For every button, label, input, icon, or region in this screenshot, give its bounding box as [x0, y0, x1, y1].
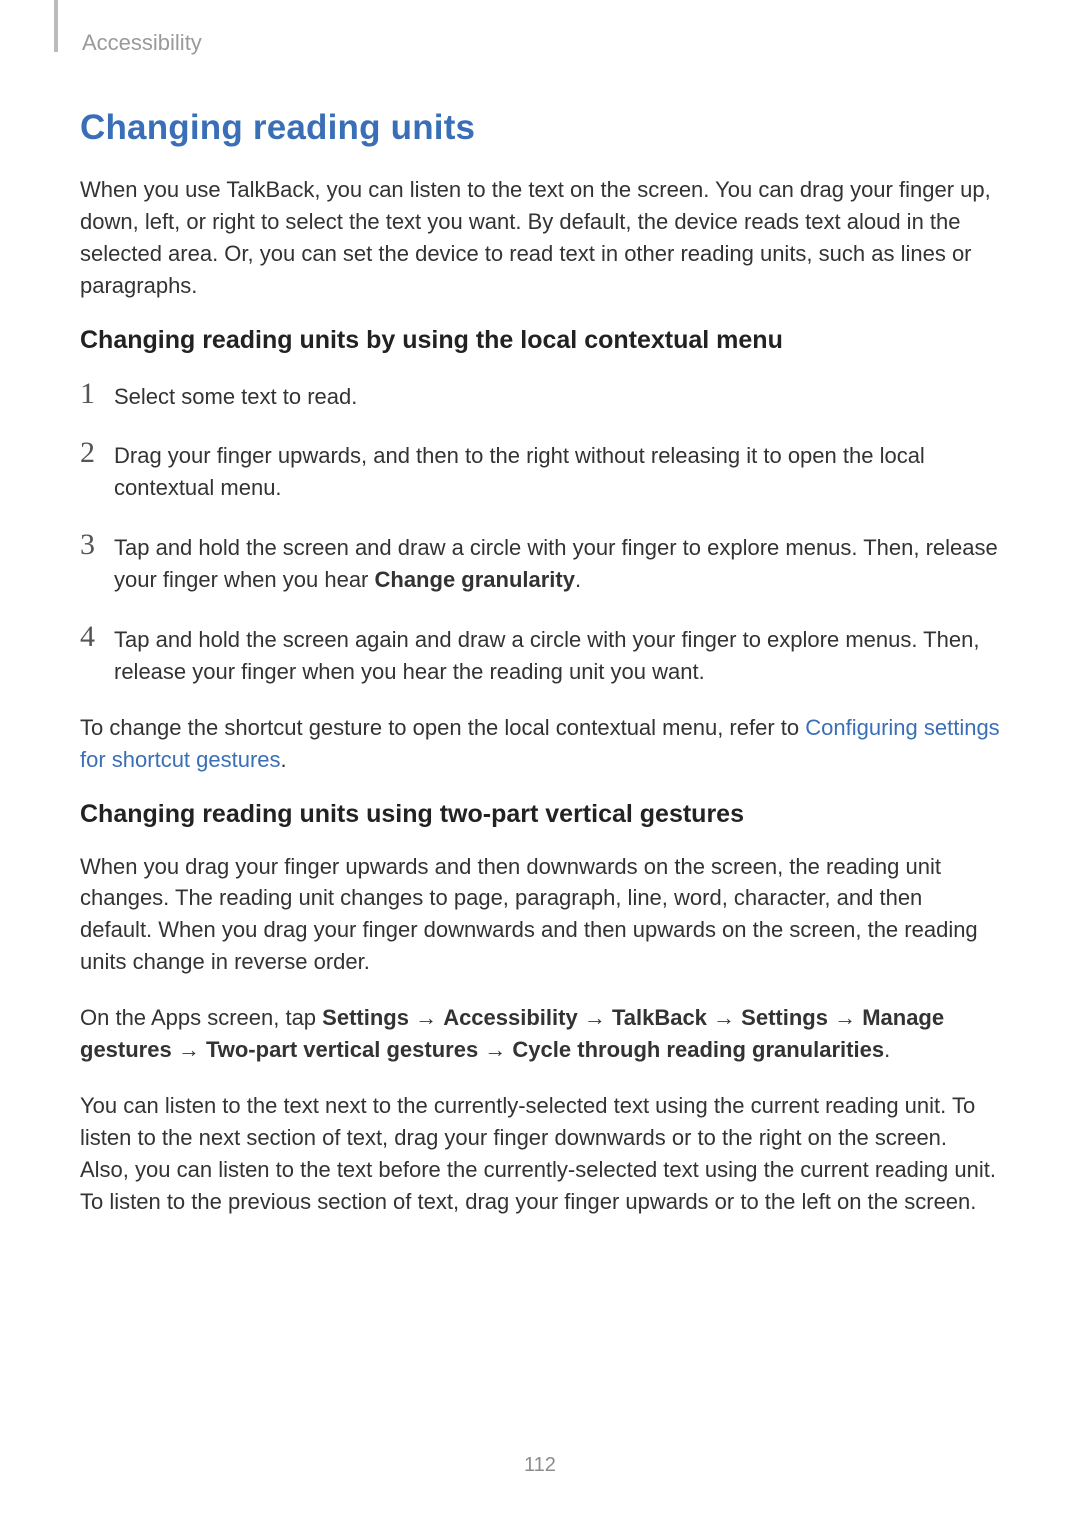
footnote-before: To change the shortcut gesture to open t… [80, 715, 805, 740]
page-number: 112 [0, 1454, 1080, 1477]
path-cycle: Cycle through reading granularities [512, 1037, 884, 1062]
path-arrow: → [578, 1005, 612, 1030]
path-arrow: → [707, 1005, 741, 1030]
step-number: 3 [80, 528, 114, 561]
step-text: Tap and hold the screen again and draw a… [114, 620, 1000, 688]
steps-list: 1 Select some text to read. 2 Drag your … [80, 377, 1000, 688]
path-accessibility: Accessibility [443, 1005, 578, 1030]
path-arrow: → [828, 1005, 862, 1030]
step-item: 3 Tap and hold the screen and draw a cir… [80, 528, 1000, 596]
path-end: . [884, 1037, 890, 1062]
page-title: Changing reading units [80, 108, 1000, 148]
path-two-part: Two-part vertical gestures [206, 1037, 478, 1062]
step-text-bold: Change granularity [375, 567, 575, 592]
header-section-label: Accessibility [82, 30, 202, 56]
page: Accessibility Changing reading units Whe… [0, 0, 1080, 1527]
path-arrow: → [172, 1037, 206, 1062]
step-text-after: . [575, 567, 581, 592]
path-lead: On the Apps screen, tap [80, 1005, 322, 1030]
path-talkback: TalkBack [612, 1005, 707, 1030]
section-heading-two-part: Changing reading units using two-part ve… [80, 800, 1000, 829]
step-text: Tap and hold the screen and draw a circl… [114, 528, 1000, 596]
step-number: 2 [80, 436, 114, 469]
step-number: 4 [80, 620, 114, 653]
step-item: 1 Select some text to read. [80, 377, 1000, 413]
intro-paragraph: When you use TalkBack, you can listen to… [80, 174, 1000, 302]
section2-path: On the Apps screen, tap Settings → Acces… [80, 1002, 1000, 1066]
step-number: 1 [80, 377, 114, 410]
step-item: 4 Tap and hold the screen again and draw… [80, 620, 1000, 688]
path-arrow: → [478, 1037, 512, 1062]
step-item: 2 Drag your finger upwards, and then to … [80, 436, 1000, 504]
step-text: Drag your finger upwards, and then to th… [114, 436, 1000, 504]
footnote-paragraph: To change the shortcut gesture to open t… [80, 712, 1000, 776]
section-heading-local-menu: Changing reading units by using the loca… [80, 326, 1000, 355]
path-settings2: Settings [741, 1005, 828, 1030]
step-text: Select some text to read. [114, 377, 357, 413]
content: Changing reading units When you use Talk… [80, 0, 1000, 1217]
footnote-after: . [281, 747, 287, 772]
section2-p3: You can listen to the text next to the c… [80, 1090, 1000, 1218]
section2-p1: When you drag your finger upwards and th… [80, 851, 1000, 979]
path-settings: Settings [322, 1005, 409, 1030]
side-rule [54, 0, 58, 52]
path-arrow: → [409, 1005, 443, 1030]
